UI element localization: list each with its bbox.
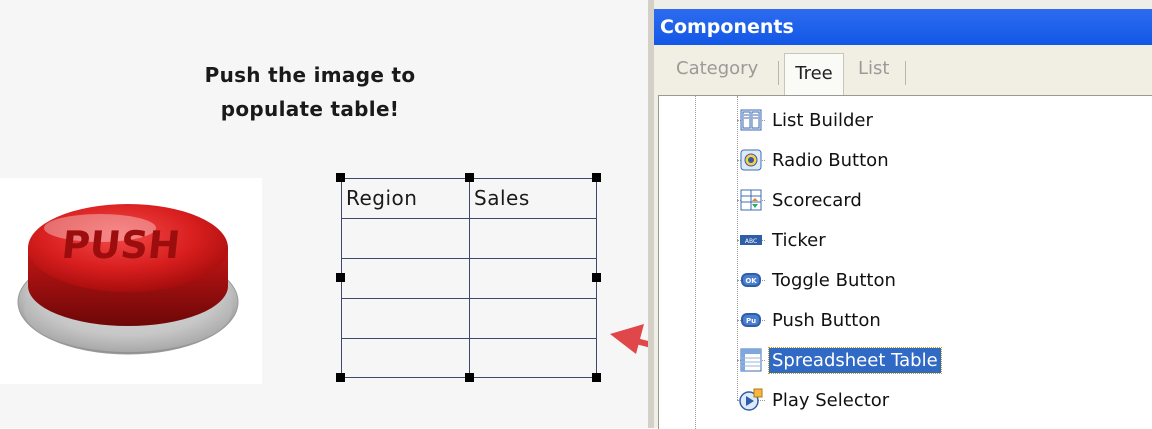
spreadsheet-table[interactable]: Region Sales <box>336 173 601 382</box>
sheet-col-line <box>469 178 470 378</box>
tree-item-label: List Builder <box>772 109 873 131</box>
tab-tree[interactable]: Tree <box>784 53 844 95</box>
ticker-icon: ABC <box>739 228 763 252</box>
tree-item-label: Push Button <box>772 309 881 331</box>
tree-guide-line <box>695 96 696 429</box>
resize-handle-middle-right[interactable] <box>592 273 601 282</box>
toggle-button-icon: OK <box>739 268 763 292</box>
resize-handle-bottom-left[interactable] <box>336 373 345 382</box>
tree-item-label: Radio Button <box>772 149 889 171</box>
resize-handle-top-left[interactable] <box>336 173 345 182</box>
component-tree: List Builder Radio Button Scorecard ABC … <box>658 95 1152 429</box>
heading-line-1: Push the image to <box>204 63 416 87</box>
push-image-label: PUSH <box>60 223 182 267</box>
tab-category[interactable]: Category <box>676 58 758 79</box>
design-canvas: Push the image to populate table! PUSH R… <box>0 0 648 428</box>
scorecard-icon <box>739 188 763 212</box>
tree-item-list-builder[interactable]: List Builder <box>739 102 876 138</box>
play-selector-icon <box>739 388 763 412</box>
tab-list[interactable]: List <box>858 58 889 79</box>
resize-handle-top-right[interactable] <box>592 173 601 182</box>
list-builder-icon <box>739 108 763 132</box>
panel-tabs: Category Tree List <box>654 45 1152 95</box>
sheet-header-region: Region <box>346 186 418 210</box>
resize-handle-bottom-middle[interactable] <box>465 373 474 382</box>
tree-guide-line <box>737 96 738 400</box>
svg-text:ABC: ABC <box>745 238 757 245</box>
tree-item-push-button[interactable]: Pu Push Button <box>739 302 884 338</box>
tree-item-label: Toggle Button <box>772 269 896 291</box>
tree-item-scorecard[interactable]: Scorecard <box>739 182 865 218</box>
resize-handle-middle-left[interactable] <box>336 273 345 282</box>
tree-item-label: Scorecard <box>772 189 862 211</box>
svg-text:Pu: Pu <box>746 317 756 325</box>
tree-item-label: Play Selector <box>772 389 890 411</box>
spreadsheet-table-icon <box>739 348 763 372</box>
heading-line-2: populate table! <box>220 97 400 121</box>
tab-separator <box>905 61 906 85</box>
push-button-icon: Pu <box>739 308 763 332</box>
tree-item-play-selector[interactable]: Play Selector <box>739 382 892 418</box>
tree-item-radio-button[interactable]: Radio Button <box>739 142 892 178</box>
components-panel: Components Category Tree List List Build… <box>648 0 1152 429</box>
canvas-heading: Push the image to populate table! <box>130 58 490 126</box>
push-button-graphic: PUSH <box>17 204 239 355</box>
resize-handle-top-middle[interactable] <box>465 173 474 182</box>
panel-title: Components <box>654 9 1152 45</box>
tree-item-toggle-button[interactable]: OK Toggle Button <box>739 262 899 298</box>
tree-item-label: Spreadsheet Table <box>768 346 942 374</box>
tab-separator <box>778 61 779 85</box>
radio-button-icon <box>739 148 763 172</box>
sheet-header-sales: Sales <box>474 186 530 210</box>
tree-item-label: Ticker <box>772 229 826 251</box>
tree-item-spreadsheet-table[interactable]: Spreadsheet Table <box>739 342 942 378</box>
tree-item-ticker[interactable]: ABC Ticker <box>739 222 829 258</box>
push-button-image[interactable]: PUSH <box>0 178 262 384</box>
svg-text:OK: OK <box>745 277 757 285</box>
